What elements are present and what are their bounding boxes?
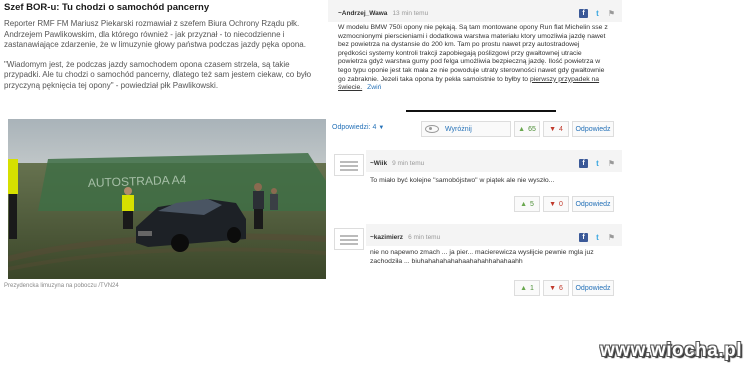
photo-caption: Prezydencka limuzyna na poboczu /TVN24	[4, 283, 119, 289]
comment-3: ~kazimierz 6 min temu f t ⚑ nie no napewn…	[328, 224, 622, 304]
upvote-button[interactable]: ▲ 5	[514, 196, 540, 212]
downvote-button[interactable]: ▼ 0	[543, 196, 569, 212]
facebook-share-icon[interactable]: f	[579, 233, 588, 242]
report-flag-icon[interactable]: ⚑	[607, 233, 616, 242]
twitter-share-icon[interactable]: t	[593, 9, 602, 18]
reply-button[interactable]: Odpowiedz	[572, 121, 614, 137]
comment-author[interactable]: ~Wiik 9 min temu	[370, 160, 424, 167]
report-flag-icon[interactable]: ⚑	[607, 9, 616, 18]
security-officer-left	[8, 159, 18, 239]
person-right-2	[270, 188, 278, 210]
article-paragraph-1: Reporter RMF FM Mariusz Piekarski rozmaw…	[4, 19, 306, 49]
downvote-button[interactable]: ▼ 6	[543, 280, 569, 296]
upvote-button[interactable]: ▲ 1	[514, 280, 540, 296]
eye-icon	[425, 125, 439, 133]
avatar-placeholder-icon	[334, 228, 364, 250]
thumbs-down-icon: ▼	[549, 200, 557, 208]
comment-time: 13 min temu	[392, 10, 429, 17]
facebook-share-icon[interactable]: f	[579, 9, 588, 18]
comment-header: ~Andrzej_Wawa 13 min temu f t ⚑	[328, 0, 622, 22]
reply-button[interactable]: Odpowiedz	[572, 196, 614, 212]
comment-body: nie no napewno zmach ... ja pier... maci…	[370, 249, 594, 265]
chevron-down-icon: ▼	[378, 125, 385, 131]
comment-author[interactable]: ~kazimierz 6 min temu	[370, 234, 440, 241]
comment-header: ~kazimierz 6 min temu f t ⚑	[366, 224, 622, 246]
article: Szef BOR-u: Tu chodzi o samochód pancern…	[4, 0, 326, 91]
twitter-share-icon[interactable]: t	[593, 159, 602, 168]
comment-time: 6 min temu	[408, 234, 441, 241]
comment-1: ~Andrzej_Wawa 13 min temu f t ⚑ W modelu …	[328, 0, 622, 146]
comment-body: To miało być kolejne "samobójstwo" w pią…	[370, 177, 555, 184]
comment-body: W modelu BMW 750i opony nie pękają. Są t…	[338, 24, 608, 92]
article-title: Szef BOR-u: Tu chodzi o samochód pancern…	[4, 2, 210, 13]
comment-actions: Wyróżnij ▲ 65 ▼ 4 Odpowiedz	[418, 121, 614, 137]
comment-header: ~Wiik 9 min temu f t ⚑	[366, 150, 622, 172]
thumbs-up-icon: ▲	[520, 200, 528, 208]
highlight-button[interactable]: Wyróżnij	[421, 121, 511, 137]
thumbs-up-icon: ▲	[518, 125, 526, 133]
highlight-underline-mark	[406, 110, 556, 112]
collapse-link[interactable]: Zwiń	[367, 84, 381, 91]
comment-author[interactable]: ~Andrzej_Wawa 13 min temu	[338, 10, 428, 17]
reply-button[interactable]: Odpowiedz	[572, 280, 614, 296]
avatar-placeholder-icon	[334, 154, 364, 176]
replies-toggle[interactable]: Odpowiedzi: 4 ▼	[332, 124, 384, 131]
upvote-button[interactable]: ▲ 65	[514, 121, 540, 137]
facebook-share-icon[interactable]: f	[579, 159, 588, 168]
comment-2: ~Wiik 9 min temu f t ⚑ To miało być kolej…	[328, 150, 622, 220]
comment-time: 9 min temu	[392, 160, 425, 167]
twitter-share-icon[interactable]: t	[593, 233, 602, 242]
comment-actions: ▲ 5 ▼ 0 Odpowiedz	[511, 196, 614, 212]
thumbs-down-icon: ▼	[549, 125, 557, 133]
comment-actions: ▲ 1 ▼ 6 Odpowiedz	[511, 280, 614, 296]
downvote-button[interactable]: ▼ 4	[543, 121, 569, 137]
report-flag-icon[interactable]: ⚑	[607, 159, 616, 168]
site-watermark: www.wiocha.pl	[600, 340, 742, 361]
photo-scene: AUTOSTRADA A4	[8, 119, 326, 279]
thumbs-up-icon: ▲	[520, 284, 528, 292]
thumbs-down-icon: ▼	[549, 284, 557, 292]
article-paragraph-2: "Wiadomym jest, że podczas jazdy samocho…	[4, 59, 312, 90]
article-photo[interactable]: AUTOSTRADA A4	[8, 119, 326, 279]
